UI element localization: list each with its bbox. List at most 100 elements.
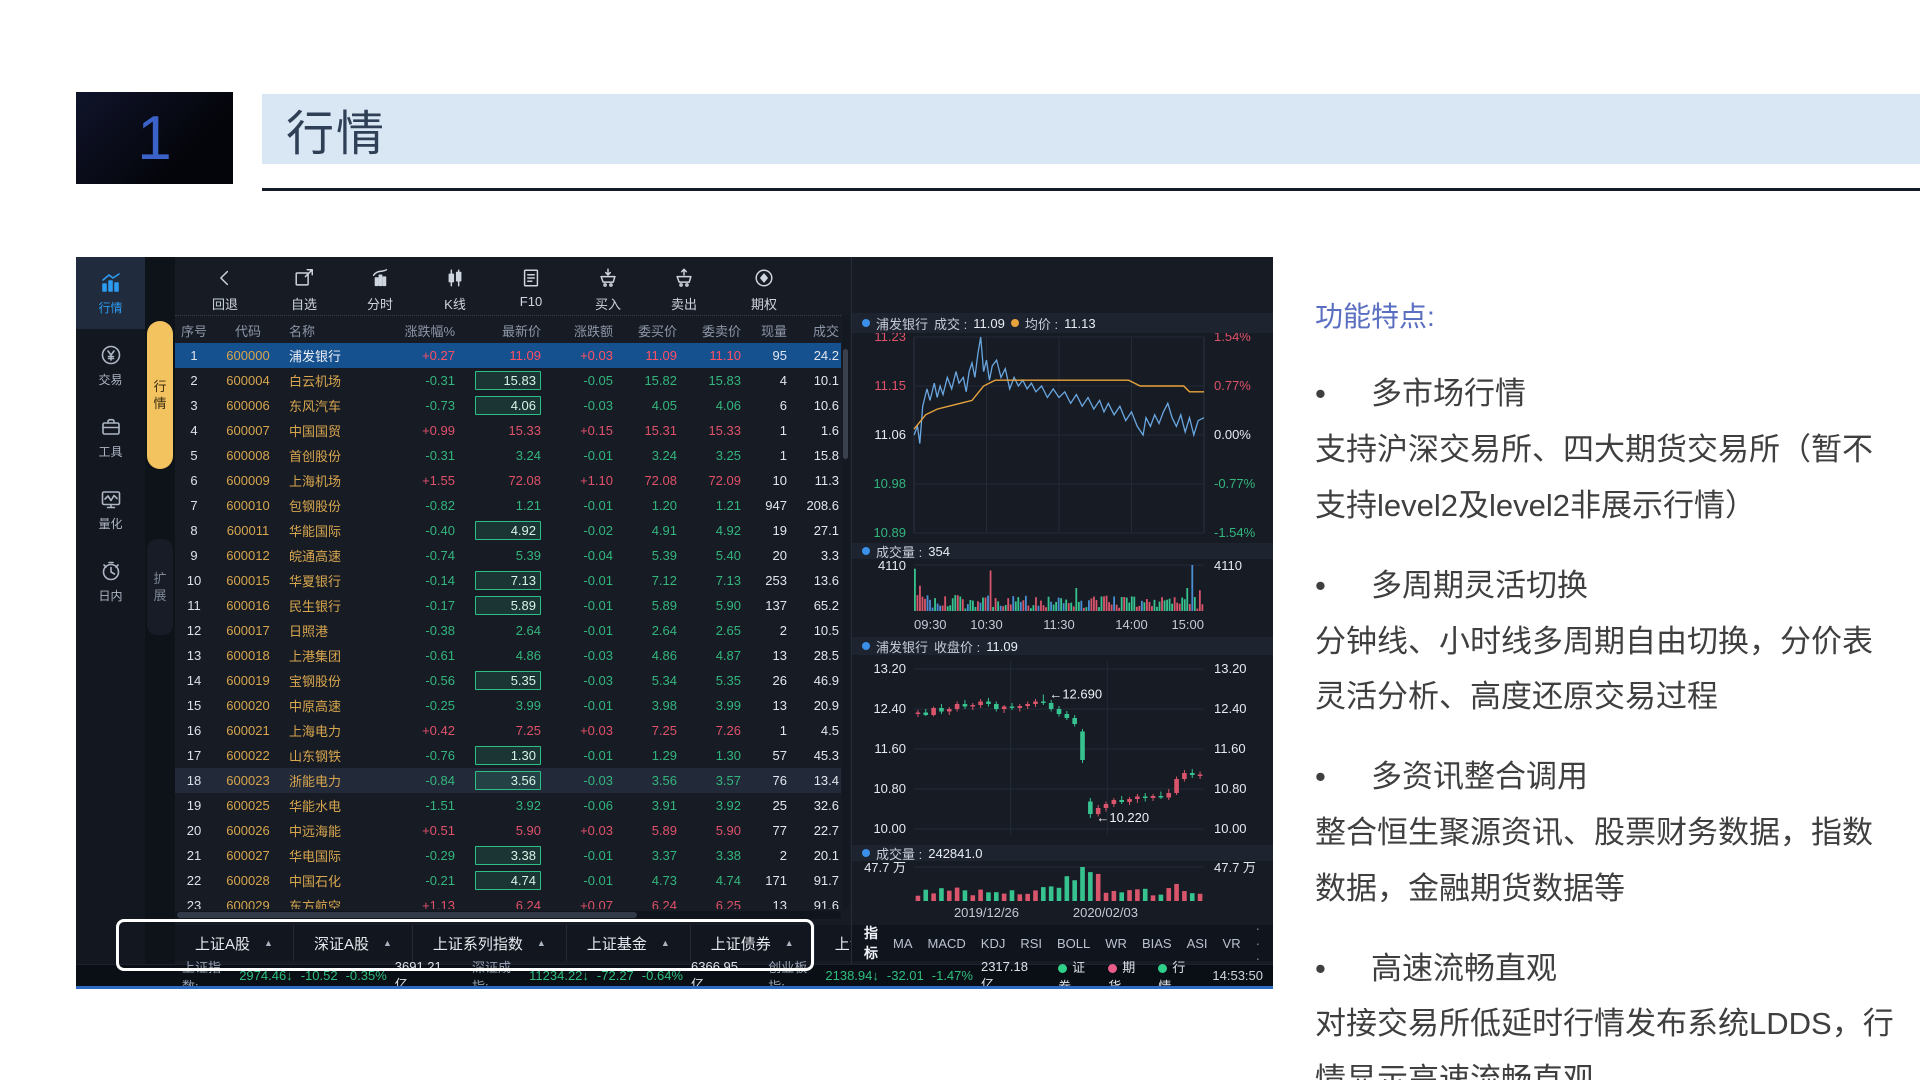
table-row-600007[interactable]: 4600007中国国贸+0.9915.33+0.1515.3115.3311.6 xyxy=(175,418,841,443)
table-row-600020[interactable]: 15600020中原高速-0.253.99-0.013.983.991320.9 xyxy=(175,693,841,718)
indicator-tab-KDJ[interactable]: KDJ xyxy=(981,936,1006,951)
cell: 5.90 xyxy=(685,598,749,613)
toolbar-sell-button[interactable]: 卖出 xyxy=(655,267,713,313)
toolbar-back-button[interactable]: 回退 xyxy=(196,267,254,313)
cell: 22 xyxy=(175,873,213,888)
horizontal-scrollbar-thumb[interactable] xyxy=(177,912,637,918)
sidebar-item-gongju[interactable]: 工具 xyxy=(76,401,145,473)
table-row-600023[interactable]: 18600023浙能电力-0.843.56-0.033.563.577613.4 xyxy=(175,768,841,793)
horizontal-scrollbar[interactable] xyxy=(175,911,841,919)
column-header[interactable]: 成交 xyxy=(795,321,841,340)
table-row-600019[interactable]: 14600019宝钢股份-0.565.35-0.035.345.352646.9 xyxy=(175,668,841,693)
table-row-600010[interactable]: 7600010包钢股份-0.821.21-0.011.201.21947208.… xyxy=(175,493,841,518)
indicator-tab-RSI[interactable]: RSI xyxy=(1020,936,1042,951)
toolbar-kline-button[interactable]: K线 xyxy=(426,267,484,313)
table-row-600018[interactable]: 13600018上港集团-0.614.86-0.034.864.871328.5 xyxy=(175,643,841,668)
minute-volume-chart[interactable]: 4110411009:3010:3011:3014:0015:00 xyxy=(852,559,1273,635)
market-tab-1[interactable]: 深证A股▲ xyxy=(293,925,412,961)
cell: +0.99 xyxy=(381,423,463,438)
cell: -0.61 xyxy=(381,648,463,663)
table-row-600000[interactable]: 1600000浦发银行+0.2711.09+0.0311.0911.109524… xyxy=(175,343,841,368)
table-row-600011[interactable]: 8600011华能国际-0.404.92-0.024.914.921927.1 xyxy=(175,518,841,543)
svg-text:15:00: 15:00 xyxy=(1171,617,1204,632)
kline-chart[interactable]: 13.2013.2012.4012.4011.6011.6010.8010.80… xyxy=(852,655,1273,843)
column-header[interactable]: 涨跌额 xyxy=(549,321,621,340)
cell: 15.31 xyxy=(621,423,685,438)
sidebar-item-hangqing[interactable]: 行情 xyxy=(76,257,145,329)
indicator-tab-MA[interactable]: MA xyxy=(893,936,913,951)
table-row-600006[interactable]: 3600006东风汽车-0.734.06-0.034.054.06610.6 xyxy=(175,393,841,418)
vertical-scrollbar-thumb[interactable] xyxy=(843,349,848,459)
table-row-600022[interactable]: 17600022山东钢铁-0.761.30-0.011.291.305745.3 xyxy=(175,743,841,768)
side-tab-kuozhan[interactable]: 扩展 xyxy=(147,539,173,635)
status-dot-icon xyxy=(1108,964,1117,973)
cell: 253 xyxy=(749,573,795,588)
cell: 28.5 xyxy=(795,648,841,663)
page-title: 行情 xyxy=(286,94,386,164)
column-header[interactable]: 涨跌幅% xyxy=(381,321,463,340)
table-row-600004[interactable]: 2600004白云机场-0.3115.83-0.0515.8215.83410.… xyxy=(175,368,841,393)
column-header[interactable]: 委卖价 xyxy=(685,321,749,340)
table-row-600016[interactable]: 11600016民生银行-0.175.89-0.015.895.9013765.… xyxy=(175,593,841,618)
cell: 600015 xyxy=(213,573,283,588)
market-tab-3[interactable]: 上证基金▲ xyxy=(566,925,690,961)
toolbar-f10-button[interactable]: F10 xyxy=(502,267,560,309)
feature-title: •多周期灵活切换 xyxy=(1315,558,1895,614)
vertical-scrollbar[interactable] xyxy=(842,315,849,909)
cell: -0.01 xyxy=(549,623,621,638)
table-row-600027[interactable]: 21600027华电国际-0.293.38-0.013.373.38220.1 xyxy=(175,843,841,868)
table-row-600021[interactable]: 16600021上海电力+0.427.25+0.037.257.2614.5 xyxy=(175,718,841,743)
sidebar-item-jiaoyi[interactable]: 交易 xyxy=(76,329,145,401)
side-tab-hangqing[interactable]: 行情 xyxy=(147,321,173,469)
toolbar-zixuan-button[interactable]: 自选 xyxy=(275,267,333,313)
cell: 25 xyxy=(749,798,795,813)
sidebar-item-lianghua[interactable]: 量化 xyxy=(76,473,145,545)
table-row-600017[interactable]: 12600017日照港-0.382.64-0.012.642.65210.5 xyxy=(175,618,841,643)
table-row-600028[interactable]: 22600028中国石化-0.214.74-0.014.734.7417191.… xyxy=(175,868,841,893)
sidebar-item-label: 交易 xyxy=(98,371,122,388)
sidebar-item-rinei[interactable]: 日内 xyxy=(76,545,145,617)
column-header[interactable]: 委买价 xyxy=(621,321,685,340)
cell: -0.29 xyxy=(381,848,463,863)
indicator-tab-WR[interactable]: WR xyxy=(1105,936,1127,951)
column-header[interactable]: 现量 xyxy=(749,321,795,340)
minute-chart[interactable]: 11.231.54%11.150.77%11.060.00%10.98-0.77… xyxy=(852,333,1273,541)
column-header[interactable]: 序号 xyxy=(175,321,213,340)
cell: 3.57 xyxy=(685,773,749,788)
cell: 10.5 xyxy=(795,623,841,638)
indicator-tab-active[interactable]: 指标 xyxy=(864,923,878,963)
indicator-tab-ASI[interactable]: ASI xyxy=(1187,936,1208,951)
features-list: •多市场行情支持沪深交易所、四大期货交易所（暂不支持level2及level2非… xyxy=(1315,366,1895,1080)
table-row-600029[interactable]: 23600029东方航空+1.136.24+0.076.246.251391.6 xyxy=(175,893,841,909)
table-row-600026[interactable]: 20600026中远海能+0.515.90+0.035.895.907722.7 xyxy=(175,818,841,843)
cell: 3.92 xyxy=(463,798,549,813)
cell: 13 xyxy=(749,898,795,909)
table-row-600012[interactable]: 9600012皖通高速-0.745.39-0.045.395.40203.3 xyxy=(175,543,841,568)
cell: 包钢股份 xyxy=(283,496,381,515)
more-indicators-button[interactable]: · · · xyxy=(1256,921,1263,966)
indicator-tab-MACD[interactable]: MACD xyxy=(928,936,966,951)
column-header[interactable]: 代码 xyxy=(213,321,283,340)
column-header[interactable]: 最新价 xyxy=(463,321,549,340)
table-row-600009[interactable]: 6600009上海机场+1.5572.08+1.1072.0872.091011… xyxy=(175,468,841,493)
cell: -0.74 xyxy=(381,548,463,563)
table-row-600025[interactable]: 19600025华能水电-1.513.92-0.063.913.922532.6 xyxy=(175,793,841,818)
indicator-tab-BOLL[interactable]: BOLL xyxy=(1057,936,1090,951)
toolbar-fenshi-button[interactable]: 分时 xyxy=(351,267,409,313)
minute-volume-header: 成交量 : 354 xyxy=(852,543,1273,559)
index-change: -32.01 xyxy=(887,968,924,983)
cell: 19 xyxy=(175,798,213,813)
indicator-tab-BIAS[interactable]: BIAS xyxy=(1142,936,1172,951)
toolbar-buy-button[interactable]: 买入 xyxy=(579,267,637,313)
table-row-600015[interactable]: 10600015华夏银行-0.147.13-0.017.127.1325313.… xyxy=(175,568,841,593)
trading-app-window: 行情交易工具量化日内 行情扩展 回退自选分时K线F10买入卖出期权 序号代码名称… xyxy=(76,257,1273,989)
column-header[interactable]: 名称 xyxy=(283,321,381,340)
cell: 2.65 xyxy=(685,623,749,638)
cell: 3.99 xyxy=(463,698,549,713)
status-dot-icon xyxy=(1158,964,1167,973)
table-row-600008[interactable]: 5600008首创股份-0.313.24-0.013.243.25115.8 xyxy=(175,443,841,468)
toolbar-option-button[interactable]: 期权 xyxy=(735,267,793,313)
cell: 1.20 xyxy=(621,498,685,513)
kline-volume-chart[interactable]: 47.7 万47.7 万2019/12/262020/02/03 xyxy=(852,861,1273,923)
indicator-tab-VR[interactable]: VR xyxy=(1223,936,1241,951)
